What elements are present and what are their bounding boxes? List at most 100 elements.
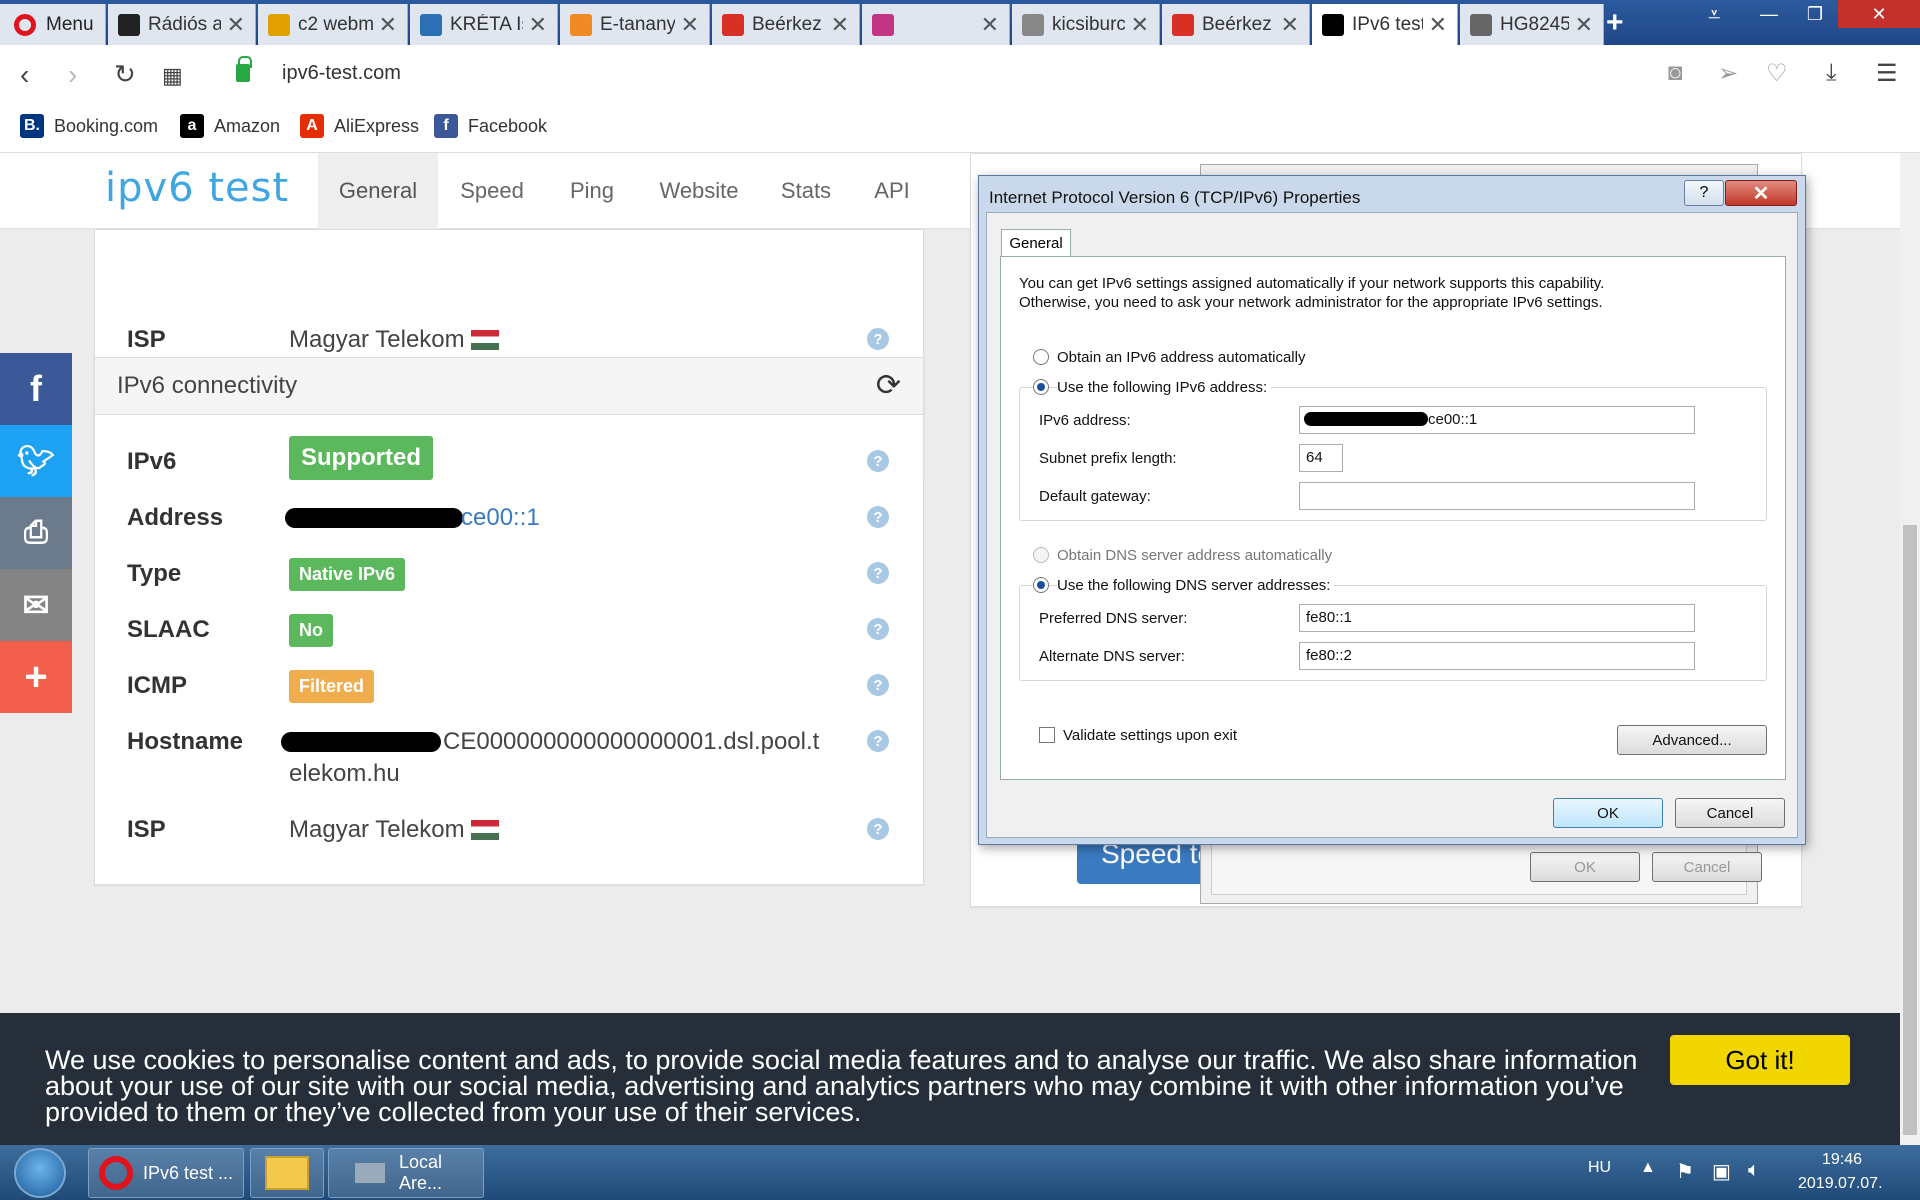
- email-icon[interactable]: ✉: [0, 569, 72, 641]
- network-tray-icon[interactable]: ▣: [1712, 1159, 1731, 1184]
- nav-website[interactable]: Website: [638, 153, 760, 229]
- help-icon[interactable]: ?: [867, 618, 889, 640]
- print-icon[interactable]: ⎙: [0, 497, 72, 569]
- taskbar-item-explorer[interactable]: [250, 1148, 324, 1198]
- tab-label: IPv6 test: [1352, 13, 1423, 35]
- help-icon[interactable]: ?: [867, 674, 889, 696]
- nav-stats[interactable]: Stats: [760, 153, 852, 229]
- tab-close-icon[interactable]: ✕: [227, 12, 245, 38]
- ipv6-address-field[interactable]: ce00::1: [1299, 406, 1695, 434]
- nav-speed[interactable]: Speed: [438, 153, 546, 229]
- opera-menu-button[interactable]: Menu: [0, 4, 106, 45]
- radio-manual-ipv6[interactable]: [1033, 379, 1049, 395]
- nav-general[interactable]: General: [318, 153, 438, 229]
- url-field[interactable]: ipv6-test.com: [282, 62, 401, 85]
- clock-time[interactable]: 19:46: [1822, 1151, 1862, 1169]
- tab-close-icon[interactable]: ✕: [1575, 12, 1593, 38]
- radio-auto-dns[interactable]: [1033, 547, 1049, 563]
- download-icon[interactable]: ⤓: [1826, 59, 1837, 87]
- tab-close-icon[interactable]: ✕: [831, 12, 849, 38]
- help-icon[interactable]: ?: [867, 450, 889, 472]
- hostname-row: Hostname CE000000000000000001.dsl.pool.t…: [95, 728, 923, 792]
- action-center-icon[interactable]: ⚑: [1676, 1159, 1694, 1184]
- tab-9[interactable]: HG8245 ✕: [1460, 4, 1604, 45]
- nav-api[interactable]: API: [852, 153, 932, 229]
- tab-close-icon[interactable]: ✕: [1131, 12, 1149, 38]
- twitter-share-icon[interactable]: 🐦︎: [0, 425, 72, 497]
- bookmark-item[interactable]: A AliExpress: [300, 114, 419, 138]
- tab-6[interactable]: kicsiburc ✕: [1012, 4, 1160, 45]
- lock-icon[interactable]: [236, 56, 252, 82]
- facebook-share-icon[interactable]: f: [0, 353, 72, 425]
- tab-close-icon[interactable]: ✕: [379, 12, 397, 38]
- dialog-close-icon[interactable]: ✕: [1725, 180, 1797, 206]
- prefix-field[interactable]: 64: [1299, 444, 1343, 472]
- tab-close-icon[interactable]: ✕: [981, 12, 999, 38]
- help-icon[interactable]: ?: [867, 562, 889, 584]
- heart-icon[interactable]: ♡: [1766, 59, 1788, 88]
- bookmark-label: Amazon: [214, 115, 281, 136]
- bookmark-item[interactable]: B. Booking.com: [20, 114, 158, 138]
- validate-checkbox[interactable]: [1039, 727, 1055, 743]
- taskbar-item-opera[interactable]: IPv6 test ...: [88, 1148, 244, 1198]
- alternate-dns-field[interactable]: fe80::2: [1299, 642, 1695, 670]
- cancel-button[interactable]: Cancel: [1675, 798, 1785, 828]
- cookie-accept-button[interactable]: Got it!: [1670, 1035, 1850, 1085]
- show-hidden-icons[interactable]: ▲: [1640, 1159, 1656, 1177]
- scrollbar-thumb[interactable]: [1903, 525, 1917, 1135]
- window-close-icon[interactable]: ✕: [1838, 0, 1920, 28]
- tab-favicon-icon: [722, 13, 744, 36]
- send-icon[interactable]: ➢: [1718, 59, 1738, 88]
- taskbar-item-network[interactable]: Local Are...: [328, 1148, 484, 1198]
- tab-7[interactable]: Beérkez ✕: [1162, 4, 1310, 45]
- tab-4[interactable]: Beérkez ✕: [712, 4, 860, 45]
- more-share-icon[interactable]: +: [0, 641, 72, 713]
- help-icon[interactable]: ?: [867, 506, 889, 528]
- tab-1[interactable]: c2 webm ✕: [258, 4, 408, 45]
- tab-8[interactable]: IPv6 test ✕: [1312, 4, 1458, 45]
- settings-icon[interactable]: ☰: [1876, 59, 1898, 88]
- back-icon[interactable]: ‹: [20, 59, 29, 91]
- camera-icon[interactable]: ◙: [1668, 59, 1683, 87]
- reload-icon[interactable]: ↻: [114, 59, 136, 90]
- tab-menu-icon[interactable]: ⩡: [1708, 2, 1720, 28]
- tab-close-icon[interactable]: ✕: [529, 12, 547, 38]
- address-value[interactable]: ce00::1: [461, 504, 540, 532]
- tab-3[interactable]: E-tanany ✕: [560, 4, 710, 45]
- speed-dial-icon[interactable]: ▦: [162, 63, 183, 89]
- restore-icon[interactable]: ❐: [1792, 0, 1838, 28]
- radio-auto-ipv6[interactable]: [1033, 349, 1049, 365]
- volume-icon[interactable]: 🔈︎: [1748, 1159, 1760, 1182]
- advanced-button[interactable]: Advanced...: [1617, 725, 1767, 755]
- language-indicator[interactable]: HU: [1588, 1159, 1611, 1177]
- tab-2[interactable]: KRÉTA Is ✕: [410, 4, 558, 45]
- bookmark-icon: f: [434, 114, 458, 138]
- tab-5[interactable]: ✕: [862, 4, 1010, 45]
- ok-button[interactable]: OK: [1553, 798, 1663, 828]
- clock-date[interactable]: 2019.07.07.: [1798, 1175, 1883, 1193]
- forward-icon[interactable]: ›: [68, 59, 77, 91]
- tab-close-icon[interactable]: ✕: [681, 12, 699, 38]
- bookmark-item[interactable]: a Amazon: [180, 114, 280, 138]
- tab-close-icon[interactable]: ✕: [1281, 12, 1299, 38]
- tab-close-icon[interactable]: ✕: [1429, 12, 1447, 38]
- gateway-field[interactable]: [1299, 482, 1695, 510]
- site-logo[interactable]: ipv6 test: [105, 165, 289, 211]
- tab-general[interactable]: General: [1001, 229, 1071, 257]
- minimize-icon[interactable]: —: [1746, 0, 1792, 28]
- preferred-dns-field[interactable]: fe80::1: [1299, 604, 1695, 632]
- start-button[interactable]: [14, 1148, 66, 1198]
- nav-ping[interactable]: Ping: [546, 153, 638, 229]
- page-scrollbar[interactable]: [1900, 153, 1920, 1145]
- radio-manual-dns[interactable]: [1033, 577, 1049, 593]
- bookmark-item[interactable]: f Facebook: [434, 114, 547, 138]
- new-tab-icon[interactable]: +: [1606, 6, 1624, 40]
- refresh-icon[interactable]: ⟳: [876, 368, 901, 403]
- bg-cancel-button[interactable]: Cancel: [1652, 852, 1762, 882]
- bg-ok-button[interactable]: OK: [1530, 852, 1640, 882]
- help-icon[interactable]: ?: [867, 730, 889, 752]
- help-icon[interactable]: ?: [867, 328, 889, 350]
- dialog-help-button[interactable]: ?: [1684, 180, 1724, 206]
- help-icon[interactable]: ?: [867, 818, 889, 840]
- tab-0[interactable]: Rádiós a ✕: [108, 4, 256, 45]
